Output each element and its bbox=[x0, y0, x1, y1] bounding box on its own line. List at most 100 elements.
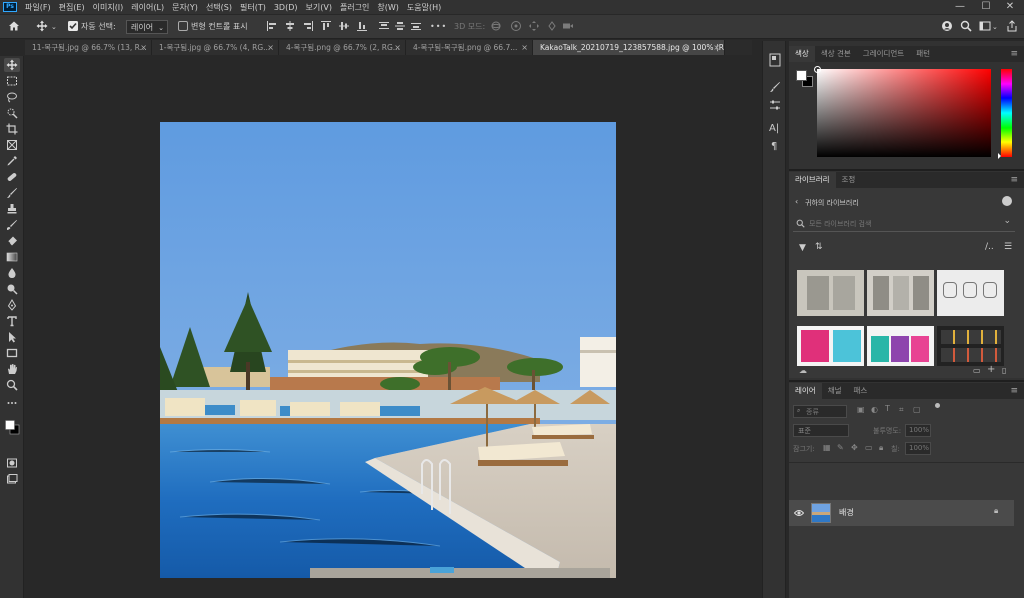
tab-paths[interactable]: 패스 bbox=[848, 383, 874, 399]
workspace-chevron-icon[interactable]: ⌄ bbox=[992, 20, 998, 34]
menu-select[interactable]: 선택(S) bbox=[202, 2, 236, 13]
chevron-down-icon[interactable]: ⌄ bbox=[1003, 216, 1011, 226]
menu-filter[interactable]: 필터(T) bbox=[236, 2, 270, 13]
libraries-back-label[interactable]: 귀하의 라이브러리 bbox=[805, 198, 859, 208]
smart-object-filter-icon[interactable]: ▢ bbox=[913, 405, 921, 414]
document-tab[interactable]: 4-복구됨-복구됨.png @ 66.7... × bbox=[406, 40, 533, 55]
distribute-centers-icon[interactable] bbox=[394, 20, 406, 32]
document-image[interactable] bbox=[160, 122, 616, 578]
3d-roll-icon[interactable] bbox=[510, 20, 522, 32]
menu-plugins[interactable]: 플러그인 bbox=[336, 2, 373, 13]
blend-mode-dropdown[interactable]: 표준 bbox=[793, 424, 849, 437]
brush-settings-icon[interactable] bbox=[769, 81, 781, 93]
document-tab[interactable]: 11-복구됨.jpg @ 66.7% (13, R... × bbox=[25, 40, 152, 55]
workspace-icon[interactable] bbox=[979, 20, 991, 32]
align-top-edges-icon[interactable] bbox=[320, 20, 332, 32]
menu-help[interactable]: 도움말(H) bbox=[403, 2, 445, 13]
pixel-filter-icon[interactable]: ▣ bbox=[857, 405, 865, 414]
close-tab-icon[interactable]: × bbox=[267, 40, 274, 55]
auto-select-checkbox[interactable] bbox=[67, 20, 79, 32]
new-folder-icon[interactable]: ▭ bbox=[973, 366, 981, 375]
type-filter-icon[interactable]: T bbox=[885, 404, 890, 413]
delete-icon[interactable]: ▯ bbox=[1002, 366, 1006, 375]
library-thumbnail[interactable] bbox=[797, 326, 864, 366]
opacity-field[interactable]: 100% bbox=[905, 424, 931, 437]
share-icon[interactable] bbox=[941, 20, 953, 32]
color-picker-field[interactable] bbox=[814, 66, 991, 157]
cloud-icon[interactable]: ☁ bbox=[799, 366, 807, 375]
move-tool-button[interactable] bbox=[4, 58, 20, 72]
visibility-eye-icon[interactable] bbox=[794, 509, 804, 517]
blur-tool-button[interactable] bbox=[4, 266, 20, 280]
lock-transparent-icon[interactable]: ▦ bbox=[823, 443, 831, 452]
lasso-tool-button[interactable] bbox=[4, 90, 20, 104]
frame-tool-button[interactable] bbox=[4, 138, 20, 152]
clone-stamp-tool-button[interactable] bbox=[4, 202, 20, 216]
list-view-icon[interactable]: ☰ bbox=[1004, 242, 1012, 252]
menu-image[interactable]: 이미지(I) bbox=[89, 2, 128, 13]
filter-icon[interactable]: ▼ bbox=[799, 243, 806, 253]
maximize-button[interactable]: ☐ bbox=[974, 0, 998, 14]
menu-window[interactable]: 창(W) bbox=[373, 2, 403, 13]
menu-3d[interactable]: 3D(D) bbox=[270, 3, 302, 12]
tool-preset-chevron-icon[interactable]: ⌄ bbox=[51, 20, 57, 34]
library-thumbnail[interactable] bbox=[797, 270, 864, 316]
auto-select-dropdown[interactable]: 레이어 ⌄ bbox=[126, 20, 168, 34]
close-tab-icon[interactable]: × bbox=[713, 40, 720, 55]
menu-edit[interactable]: 편집(E) bbox=[55, 2, 89, 13]
align-left-edges-icon[interactable] bbox=[266, 20, 278, 32]
layer-row[interactable]: 배경 🔒︎ bbox=[789, 500, 1014, 526]
minimize-button[interactable]: — bbox=[948, 0, 972, 14]
add-icon[interactable]: + bbox=[987, 364, 995, 375]
color-swatches[interactable] bbox=[4, 414, 20, 440]
hand-tool-button[interactable] bbox=[4, 362, 20, 376]
align-bottom-edges-icon[interactable] bbox=[356, 20, 368, 32]
layer-name[interactable]: 배경 bbox=[839, 507, 854, 518]
move-tool-icon[interactable] bbox=[36, 20, 48, 32]
history-brush-tool-button[interactable] bbox=[4, 218, 20, 232]
type-tool-button[interactable] bbox=[4, 314, 20, 328]
adjustment-filter-icon[interactable]: ◐ bbox=[871, 405, 878, 414]
adjustments-panel-icon[interactable] bbox=[769, 99, 781, 111]
eyedropper-tool-button[interactable] bbox=[4, 154, 20, 168]
lock-all-icon[interactable]: 🔒︎ bbox=[879, 443, 883, 453]
close-tab-icon[interactable]: × bbox=[521, 40, 528, 55]
tab-swatches[interactable]: 색상 견본 bbox=[815, 46, 857, 62]
menu-file[interactable]: 파일(F) bbox=[21, 2, 55, 13]
hue-slider-handle[interactable] bbox=[998, 153, 1001, 159]
tab-gradients[interactable]: 그레이디언트 bbox=[857, 46, 910, 62]
3d-camera-icon[interactable] bbox=[562, 20, 574, 32]
gradient-tool-button[interactable] bbox=[4, 250, 20, 264]
eraser-tool-button[interactable] bbox=[4, 234, 20, 248]
panel-menu-icon[interactable]: ≡ bbox=[1010, 46, 1018, 62]
color-picker-cursor[interactable] bbox=[814, 66, 821, 73]
screen-mode-icon[interactable] bbox=[4, 472, 20, 486]
align-vertical-centers-icon[interactable] bbox=[338, 20, 350, 32]
document-tab[interactable]: 1-복구됨.jpg @ 66.7% (4, RG... × bbox=[152, 40, 279, 55]
more-options-button[interactable]: ••• bbox=[430, 20, 447, 34]
paragraph-panel-icon[interactable]: ¶ bbox=[771, 141, 777, 152]
healing-brush-tool-button[interactable] bbox=[4, 170, 20, 184]
filter-toggle-icon[interactable] bbox=[935, 403, 940, 408]
align-right-edges-icon[interactable] bbox=[302, 20, 314, 32]
close-tab-icon[interactable]: × bbox=[140, 40, 147, 55]
menu-layer[interactable]: 레이어(L) bbox=[127, 2, 168, 13]
view-options-icon[interactable]: /.. bbox=[985, 242, 994, 252]
library-thumbnail[interactable] bbox=[867, 326, 934, 366]
path-selection-tool-button[interactable] bbox=[4, 330, 20, 344]
sort-icon[interactable]: ⇅ bbox=[815, 242, 823, 252]
distribute-bottom-icon[interactable] bbox=[410, 20, 422, 32]
lock-image-icon[interactable]: ✎ bbox=[837, 443, 844, 452]
layer-filter-dropdown[interactable]: ⌕ 종류 bbox=[793, 405, 847, 418]
library-search-field[interactable]: 모든 라이브러리 검색 ⌄ bbox=[793, 216, 1015, 232]
3d-pan-icon[interactable] bbox=[528, 20, 540, 32]
tab-adjustments[interactable]: 조정 bbox=[836, 172, 862, 188]
menu-view[interactable]: 보기(V) bbox=[302, 2, 336, 13]
library-thumbnail[interactable] bbox=[937, 326, 1004, 366]
marquee-tool-button[interactable] bbox=[4, 74, 20, 88]
home-icon[interactable] bbox=[8, 20, 20, 32]
account-icon[interactable] bbox=[1002, 196, 1012, 206]
document-tab[interactable]: 4-복구됨.png @ 66.7% (2, RG... × bbox=[279, 40, 406, 55]
tab-libraries[interactable]: 라이브러리 bbox=[789, 172, 836, 188]
tab-layers[interactable]: 레이어 bbox=[789, 383, 822, 399]
